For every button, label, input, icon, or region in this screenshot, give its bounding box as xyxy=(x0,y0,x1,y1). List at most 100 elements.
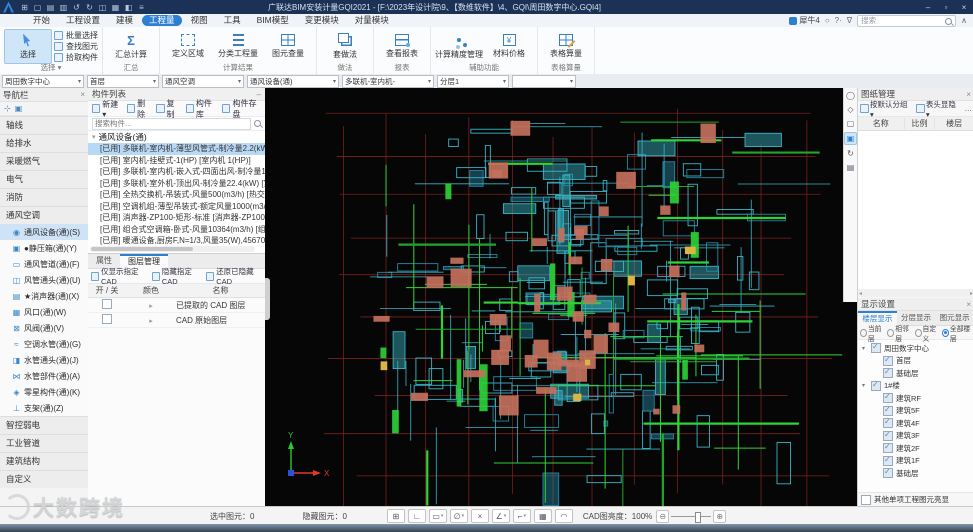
grid-mode-icon[interactable]: ▦ xyxy=(534,509,552,523)
orbit-view-icon[interactable]: ◯ xyxy=(845,90,856,101)
cube-view-icon[interactable]: ▢ xyxy=(845,118,856,129)
ribbon-button-套做法[interactable]: 套做法 xyxy=(321,29,369,64)
sidebar-item-水管部件(通)(A)[interactable]: ⋈水管部件(通)(A) xyxy=(0,368,88,384)
marquee-mode-icon[interactable]: ⊞ xyxy=(387,509,405,523)
sidebar-item-空调水管(通)(G)[interactable]: ≈空调水管(通)(G) xyxy=(0,336,88,352)
brightness-slider[interactable]: ⊖ ⊕ xyxy=(656,510,726,523)
list-view-icon[interactable]: ▤ xyxy=(845,162,856,173)
layer-row[interactable]: ▸已提取的 CAD 图层 xyxy=(88,298,265,313)
collapse-ribbon-icon[interactable]: ∧ xyxy=(961,16,967,25)
ribbon-button-图元查量[interactable]: 图元查量 xyxy=(264,29,312,64)
layer-checkbox[interactable] xyxy=(102,314,112,324)
tab-开始[interactable]: 开始 xyxy=(26,15,57,26)
component-toolbar-新建[interactable]: 新建 ▾ xyxy=(92,99,122,119)
floor-checkbox[interactable] xyxy=(883,456,893,466)
horizontal-scrollbar[interactable] xyxy=(90,246,255,252)
locate-icon[interactable]: ⊹ xyxy=(4,104,11,113)
context-select-0[interactable]: 周田数字中心▾ xyxy=(2,75,84,88)
context-select-6[interactable]: ▾ xyxy=(512,75,576,88)
rect-mode-icon[interactable]: ▭▾ xyxy=(429,509,447,523)
sidebar-item-零星构件(通)(K)[interactable]: ◈零星构件(通)(K) xyxy=(0,384,88,400)
context-select-5[interactable]: 分层1▾ xyxy=(437,75,509,88)
minimize-icon[interactable]: – xyxy=(919,0,937,14)
ribbon-button-表格算量[interactable]: 表格算量 xyxy=(542,29,590,64)
undo-icon[interactable]: ↺ xyxy=(71,2,82,13)
component-list-item[interactable]: [已用] 暖通设备,厨房F,N=1/3,风量35(W),45670(m3/h) xyxy=(88,235,265,247)
tab-对量模块[interactable]: 对量模块 xyxy=(348,15,396,26)
ribbon-button-分类工程量[interactable]: 分类工程量 xyxy=(214,29,262,64)
floor-tree-item[interactable]: 建筑5F xyxy=(858,405,973,418)
sidebar-item-通风设备(通)(S)[interactable]: ◉通风设备(通)(S) xyxy=(0,224,88,240)
sidebar-item-★消声器(通)(X)[interactable]: ▤★消声器(通)(X) xyxy=(0,288,88,304)
sidebar-section-工业管道[interactable]: 工业管道 xyxy=(0,434,88,452)
floor-checkbox[interactable] xyxy=(871,381,881,391)
redo-icon[interactable]: ↻ xyxy=(84,2,95,13)
context-select-2[interactable]: 通风空调▾ xyxy=(162,75,244,88)
layer-row[interactable]: ▸CAD 原始图层 xyxy=(88,313,265,328)
floor-checkbox[interactable] xyxy=(883,418,893,428)
floor-tree-item[interactable]: 首层 xyxy=(858,355,973,368)
ribbon-button-材料价格[interactable]: 材料价格 xyxy=(485,29,533,64)
floor-checkbox[interactable] xyxy=(883,393,893,403)
open-icon[interactable]: ▤ xyxy=(45,2,56,13)
floor-checkbox[interactable] xyxy=(883,443,893,453)
color-picker-icon[interactable]: ▸ xyxy=(149,318,153,325)
cross-mode-icon[interactable]: × xyxy=(471,509,489,523)
layer-toolbar-还原已隐藏CAD[interactable]: 还原已隐藏CAD xyxy=(206,266,262,286)
cad-viewport[interactable]: YX ◯◇▢▣↻▤ xyxy=(265,88,857,506)
help-icon[interactable]: ?· xyxy=(835,16,842,25)
component-list-item[interactable]: [已用] 室内机-挂壁式-1(HP) [室内机 1(HP)] xyxy=(88,155,265,167)
sidebar-section-建筑结构[interactable]: 建筑结构 xyxy=(0,452,88,470)
sidebar-item-水管通头(通)(J)[interactable]: ◨水管通头(通)(J) xyxy=(0,352,88,368)
cube-solid-view-icon[interactable]: ▣ xyxy=(844,132,857,145)
sidebar-item-支架(通)(Z)[interactable]: ⊥支架(通)(Z) xyxy=(0,400,88,416)
ribbon-button-查看报表[interactable]: 查看报表 xyxy=(378,29,426,64)
sidebar-section-电气[interactable]: 电气 xyxy=(0,170,88,188)
ribbon-button-定义区域[interactable]: 定义区域 xyxy=(164,29,212,64)
radio-全部楼层[interactable]: 全部楼层 xyxy=(942,323,972,343)
component-list-item[interactable]: [已用] 多联机-室外机-顶出风-制冷量22.4(kW) [室外机 专 xyxy=(88,178,265,190)
component-list-item[interactable]: [已用] 组合式空调箱-卧式-风量10364(m3/h) [组合式空调 xyxy=(88,224,265,236)
angle-mode-icon[interactable]: ∠▾ xyxy=(492,509,510,523)
component-list-item[interactable]: [已用] 消声器-ZP100-矩形-标准 [消声器-ZP100-矩形-标 xyxy=(88,212,265,224)
component-toolbar-构件存盘[interactable]: 构件存盘 xyxy=(222,98,261,120)
cloud-icon[interactable]: ○ xyxy=(825,16,830,25)
radio-当前层[interactable]: 当前层 xyxy=(860,323,884,343)
snap-mode-icon[interactable]: ⌐▾ xyxy=(513,509,531,523)
tab-视图[interactable]: 视图 xyxy=(184,15,215,26)
ribbon-button-查找图元[interactable]: 查找图元 xyxy=(54,42,98,52)
tab-BIM模型[interactable]: BIM模型 xyxy=(250,15,296,26)
panel-icon[interactable]: ◧ xyxy=(123,2,134,13)
panel-grip[interactable] xyxy=(265,278,270,320)
arc-mode-icon[interactable]: ◠ xyxy=(555,509,573,523)
floor-tree-item[interactable]: ▾1#楼 xyxy=(858,380,973,393)
sidebar-section-通风空调[interactable]: 通风空调 xyxy=(0,206,88,224)
more-options-icon[interactable]: … xyxy=(965,104,973,113)
circle-slash-mode-icon[interactable]: ∅▾ xyxy=(450,509,468,523)
tab-建模[interactable]: 建模 xyxy=(109,15,140,26)
component-group-row[interactable]: ▾ 通风设备(通) xyxy=(88,131,265,143)
highlight-other-checkbox[interactable]: 其他单项工程图元亮显 xyxy=(858,492,973,506)
close-icon[interactable]: × xyxy=(966,90,971,99)
ortho-mode-icon[interactable]: ∟ xyxy=(408,509,426,523)
floor-checkbox[interactable] xyxy=(871,343,881,353)
component-toolbar-构件库[interactable]: 构件库 xyxy=(186,98,218,120)
sidebar-section-给排水[interactable]: 给排水 xyxy=(0,134,88,152)
component-list-item[interactable]: [已用] 全热交换机-吊装式-风量500(m3/h) [热交换机 风量 xyxy=(88,189,265,201)
ribbon-button-拾取构件[interactable]: 拾取构件 xyxy=(54,53,98,63)
floor-tree-item[interactable]: 基础层 xyxy=(858,367,973,380)
tab-工程量[interactable]: 工程量 xyxy=(142,15,182,26)
layer-toolbar-仅显示指定CAD[interactable]: 仅显示指定CAD xyxy=(91,266,147,286)
ribbon-button-计算精度管理[interactable]: 计算精度管理 xyxy=(435,29,483,64)
global-search-input[interactable]: 搜索 xyxy=(857,15,956,27)
radio-自定义[interactable]: 自定义 xyxy=(915,323,939,343)
ribbon-button-汇总计算[interactable]: 汇总计算 xyxy=(107,29,155,64)
save-icon[interactable]: ▥ xyxy=(58,2,69,13)
close-icon[interactable]: × xyxy=(80,90,85,99)
ribbon-button-选择[interactable]: 选择 xyxy=(4,29,52,64)
layer-toolbar-隐藏指定CAD[interactable]: 隐藏指定CAD xyxy=(152,266,201,286)
layer-checkbox[interactable] xyxy=(102,299,112,309)
sidebar-item-风管通头(通)(U)[interactable]: ◫风管通头(通)(U) xyxy=(0,272,88,288)
sidebar-item-风阀(通)(V)[interactable]: ⊠风阀(通)(V) xyxy=(0,320,88,336)
more-icon[interactable]: ≡ xyxy=(136,2,147,13)
